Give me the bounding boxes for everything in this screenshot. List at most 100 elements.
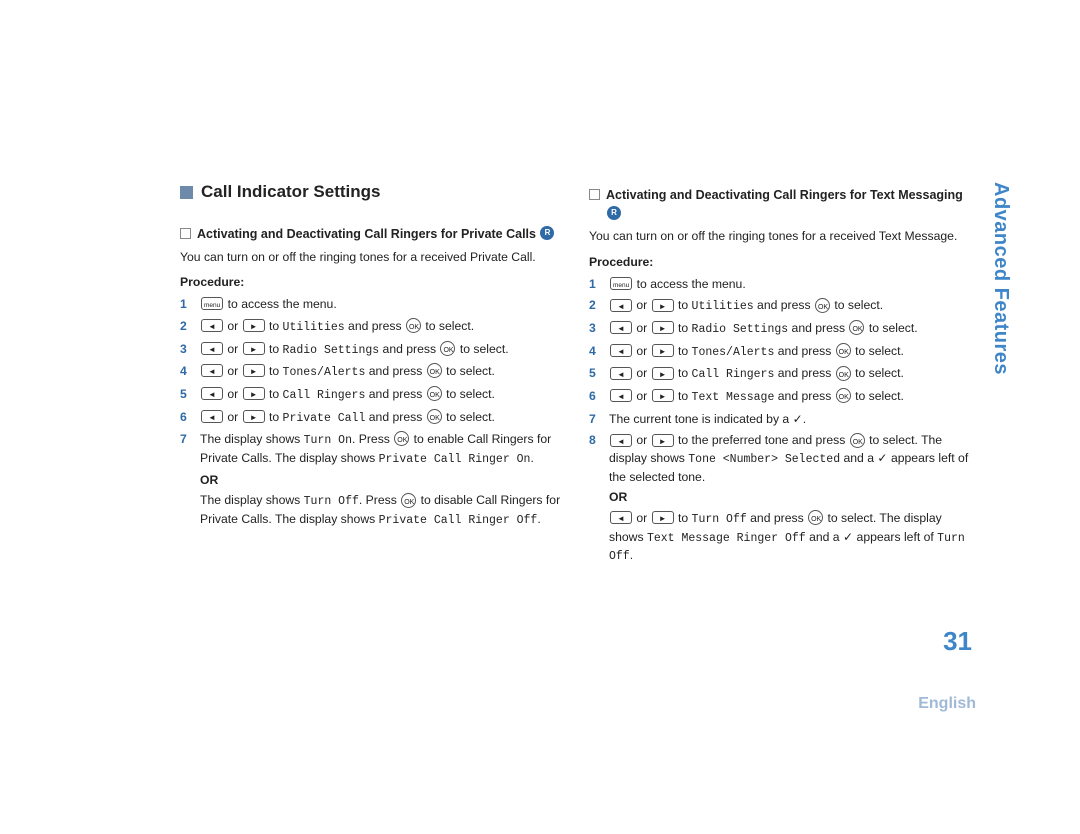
ok-icon — [808, 510, 823, 525]
or-label: OR — [200, 472, 561, 490]
left-intro: You can turn on or off the ringing tones… — [180, 249, 561, 267]
display-text: Private Call Ringer On — [379, 453, 531, 466]
menu-path: Utilities — [692, 300, 754, 313]
step-row: 7 The display shows Turn On. Press to en… — [180, 431, 561, 529]
step-text: to access the menu. — [637, 277, 746, 291]
step-text: to select. — [460, 342, 509, 356]
step-number: 1 — [180, 296, 192, 314]
ok-icon — [427, 409, 442, 424]
right-arrow-icon — [243, 410, 265, 423]
ok-icon — [394, 431, 409, 446]
right-arrow-icon — [652, 367, 674, 380]
display-text: Private Call Ringer Off — [379, 514, 538, 527]
step-row: 3 or to Radio Settings and press to sele… — [589, 320, 970, 339]
procedure-label: Procedure: — [589, 254, 970, 272]
menu-path: Utilities — [283, 321, 345, 334]
step-row: 2 or to Utilities and press to select. — [180, 318, 561, 337]
step-number: 2 — [180, 318, 192, 337]
step-number: 7 — [180, 431, 192, 529]
badge-icon: R — [607, 206, 621, 220]
section-title: Call Indicator Settings — [180, 180, 561, 205]
section-heading: Call Indicator Settings — [201, 180, 380, 205]
left-arrow-icon — [610, 299, 632, 312]
right-intro: You can turn on or off the ringing tones… — [589, 228, 970, 246]
menu-path: Radio Settings — [692, 323, 789, 336]
step-text: to select. — [446, 387, 495, 401]
step-number: 3 — [180, 341, 192, 360]
left-arrow-icon — [201, 364, 223, 377]
right-arrow-icon — [652, 511, 674, 524]
right-arrow-icon — [243, 364, 265, 377]
step-text: to select. — [855, 344, 904, 358]
step-text: The current tone is indicated by a ✓. — [609, 411, 970, 429]
left-subheading: Activating and Deactivating Call Ringers… — [180, 225, 561, 243]
right-column: Activating and Deactivating Call Ringers… — [589, 180, 970, 570]
menu-path: Tones/Alerts — [283, 366, 366, 379]
ok-icon — [815, 298, 830, 313]
left-arrow-icon — [201, 387, 223, 400]
step-text: and press — [750, 511, 807, 525]
step-text: to select. — [855, 366, 904, 380]
step-text: to select. — [834, 298, 883, 312]
step-number: 4 — [180, 363, 192, 382]
step-number: 6 — [589, 388, 601, 407]
ok-icon — [836, 343, 851, 358]
procedure-label: Procedure: — [180, 274, 561, 292]
menu-path: Call Ringers — [283, 389, 366, 402]
subheading-text: Activating and Deactivating Call Ringers… — [606, 188, 963, 202]
right-arrow-icon — [652, 344, 674, 357]
step-text: to the preferred tone and press — [678, 433, 849, 447]
menu-path: Text Message — [692, 391, 775, 404]
right-arrow-icon — [652, 389, 674, 402]
menu-path: Turn Off — [692, 513, 747, 526]
ok-icon — [401, 493, 416, 508]
step-row: 7 The current tone is indicated by a ✓. — [589, 411, 970, 429]
menu-path: Private Call — [283, 412, 366, 425]
left-arrow-icon — [201, 342, 223, 355]
page-number: 31 — [943, 626, 972, 657]
menu-path: Call Ringers — [692, 368, 775, 381]
step-text: to access the menu. — [228, 297, 337, 311]
step-number: 7 — [589, 411, 601, 429]
step-text: and a ✓ appears left of — [809, 530, 937, 544]
ok-icon — [440, 341, 455, 356]
left-column: Call Indicator Settings Activating and D… — [180, 180, 561, 570]
ok-icon — [836, 366, 851, 381]
step-number: 5 — [180, 386, 192, 405]
step-row: 3 or to Radio Settings and press to sele… — [180, 341, 561, 360]
manual-page: Advanced Features 31 English Call Indica… — [0, 0, 1080, 834]
step-number: 5 — [589, 365, 601, 384]
step-number: 2 — [589, 297, 601, 316]
step-number: 1 — [589, 276, 601, 294]
subheading-text: Activating and Deactivating Call Ringers… — [197, 227, 536, 241]
ok-icon — [850, 433, 865, 448]
left-arrow-icon — [610, 389, 632, 402]
step-row: 5 or to Call Ringers and press to select… — [589, 365, 970, 384]
display-text: Tone <Number> Selected — [688, 453, 840, 466]
display-text: Turn Off — [304, 495, 359, 508]
content-columns: Call Indicator Settings Activating and D… — [180, 180, 970, 570]
menu-path: Tones/Alerts — [692, 346, 775, 359]
right-arrow-icon — [243, 387, 265, 400]
step-text: to select. — [869, 321, 918, 335]
ok-icon — [849, 320, 864, 335]
step-number: 3 — [589, 320, 601, 339]
language-label: English — [918, 695, 976, 713]
right-arrow-icon — [243, 319, 265, 332]
outline-square-icon — [180, 228, 191, 239]
left-arrow-icon — [610, 434, 632, 447]
or-label: OR — [609, 489, 970, 507]
step-row: 4 or to Tones/Alerts and press to select… — [589, 343, 970, 362]
step-number: 4 — [589, 343, 601, 362]
left-arrow-icon — [610, 367, 632, 380]
right-arrow-icon — [652, 299, 674, 312]
section-tab-label: Advanced Features — [989, 182, 1012, 375]
ok-icon — [427, 386, 442, 401]
ok-icon — [427, 363, 442, 378]
step-row: 5 or to Call Ringers and press to select… — [180, 386, 561, 405]
menu-icon — [201, 297, 223, 310]
left-arrow-icon — [610, 344, 632, 357]
display-text: Turn On — [304, 434, 352, 447]
step-number: 8 — [589, 432, 601, 566]
outline-square-icon — [589, 189, 600, 200]
